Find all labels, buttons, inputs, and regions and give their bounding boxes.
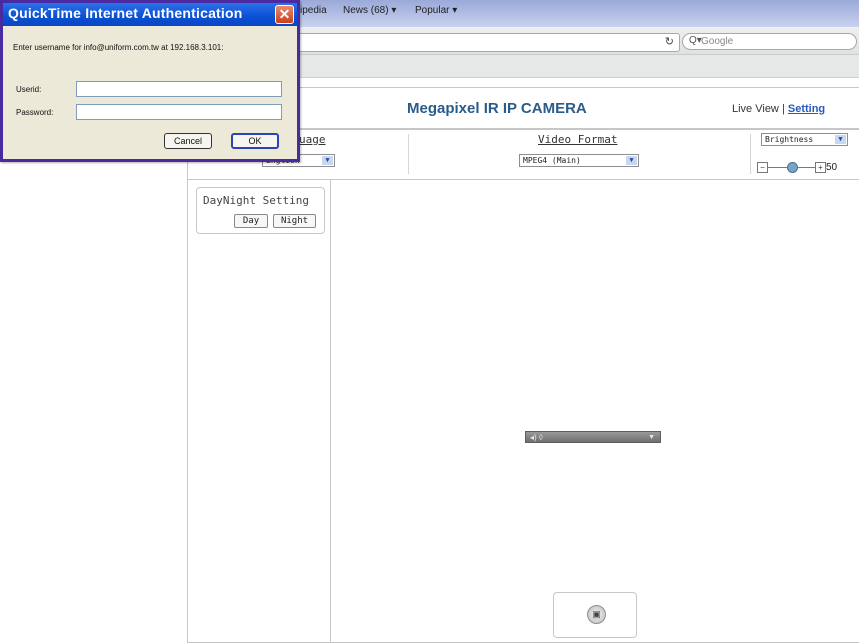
userid-label: Userid: <box>16 85 42 94</box>
chevron-down-icon: ▼ <box>835 135 846 144</box>
daynight-title: DayNight Setting <box>203 194 309 207</box>
setting-link[interactable]: Setting <box>788 103 825 115</box>
password-field[interactable] <box>76 104 282 120</box>
brightness-value: 50 <box>826 162 838 173</box>
camera-icon[interactable]: ▣ <box>587 605 606 624</box>
video-format-select[interactable]: MPEG4 (Main) ▼ <box>519 154 639 167</box>
dialog-title: QuickTime Internet Authentication <box>8 5 243 21</box>
address-bar[interactable]: ↻ <box>290 33 680 52</box>
bookmark-news[interactable]: News (68) ▾ <box>343 5 396 16</box>
search-input[interactable]: Q▾ Google <box>682 33 857 50</box>
day-button[interactable]: Day <box>234 214 268 228</box>
chevron-down-icon: ▼ <box>322 156 333 165</box>
password-label: Password: <box>16 108 54 117</box>
bookmark-wikipedia[interactable]: ipedia <box>300 5 327 16</box>
quicktime-controller[interactable]: ◂) ◊ ▼ <box>525 431 661 443</box>
slider-plus-button[interactable]: + <box>815 162 826 173</box>
volume-icon[interactable]: ◂) ◊ <box>530 432 543 443</box>
night-button[interactable]: Night <box>273 214 316 228</box>
nav-separator: | <box>781 103 785 115</box>
bookmark-popular[interactable]: Popular ▾ <box>415 5 457 16</box>
search-icon: Q▾ <box>689 35 702 46</box>
search-placeholder: Google <box>701 36 734 47</box>
brightness-slider-knob[interactable] <box>787 162 798 173</box>
divider <box>750 134 751 174</box>
view-nav: Live View | Setting <box>732 103 825 115</box>
chevron-down-icon: ▼ <box>626 156 637 165</box>
cancel-button[interactable]: Cancel <box>164 133 212 149</box>
ok-button[interactable]: OK <box>231 133 279 149</box>
divider <box>408 134 409 174</box>
snapshot-panel: ▣ <box>553 592 637 638</box>
live-view-label[interactable]: Live View <box>732 103 779 115</box>
dialog-message: Enter username for info@uniform.com.tw a… <box>13 43 224 52</box>
image-adjust-select[interactable]: Brightness ▼ <box>761 133 848 146</box>
video-format-label: Video Format <box>538 133 618 146</box>
language-label: uage <box>299 133 326 146</box>
page-title: Megapixel IR IP CAMERA <box>407 100 587 117</box>
userid-field[interactable] <box>76 81 282 97</box>
close-icon[interactable]: ✕ <box>275 5 294 24</box>
slider-minus-button[interactable]: − <box>757 162 768 173</box>
reload-icon[interactable]: ↻ <box>665 35 674 48</box>
dialog-titlebar[interactable]: QuickTime Internet Authentication ✕ <box>3 3 297 26</box>
left-sidebar <box>187 180 331 643</box>
auth-dialog: QuickTime Internet Authentication ✕ Ente… <box>0 0 300 162</box>
chevron-down-icon[interactable]: ▼ <box>648 432 655 443</box>
daynight-panel: DayNight Setting Day Night <box>196 187 325 234</box>
